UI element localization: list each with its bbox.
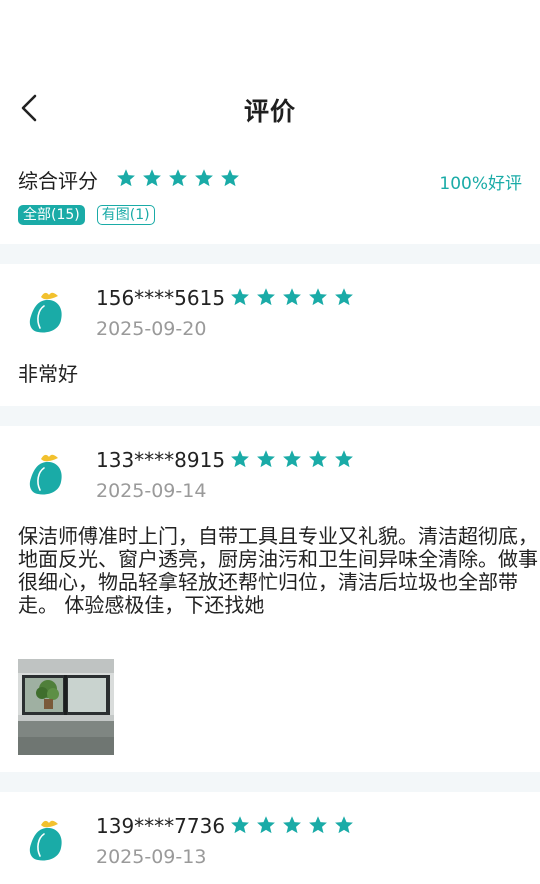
filter-chip-with-photo[interactable]: 有图(1)	[96, 205, 155, 225]
review-rating-stars	[230, 287, 354, 307]
avatar	[22, 816, 70, 864]
star-icon	[256, 815, 276, 835]
star-icon	[220, 168, 240, 188]
star-icon	[334, 287, 354, 307]
star-icon	[230, 449, 250, 469]
star-icon	[334, 449, 354, 469]
review-photo[interactable]	[18, 659, 114, 755]
star-icon	[256, 449, 276, 469]
review-text: 保洁师傅准时上门，自带工具且专业又礼貌。清洁超彻底，地面反光、窗户透亮，厨房油污…	[18, 524, 538, 617]
good-rate-text: 100%好评	[439, 174, 522, 194]
star-icon	[308, 449, 328, 469]
overall-rating-stars	[116, 168, 240, 188]
mango-avatar-icon	[29, 292, 62, 333]
review-text: 非常好	[18, 362, 78, 386]
reviewer-name: 139****7736	[96, 814, 226, 838]
star-icon	[116, 168, 136, 188]
overall-rating-label: 综合评分	[18, 169, 98, 193]
star-icon	[282, 815, 302, 835]
filter-tabs: 全部(15) 有图(1)	[18, 205, 155, 225]
reviewer-name: 156****5615	[96, 286, 226, 310]
review-rating-stars	[230, 449, 354, 469]
rating-summary: 综合评分 100%好评 全部(15) 有图(1)	[0, 160, 540, 244]
review-date: 2025-09-14	[96, 480, 207, 502]
reviewer-name: 133****8915	[96, 448, 226, 472]
review-rating-stars	[230, 815, 354, 835]
review-date: 2025-09-20	[96, 318, 207, 340]
star-icon	[256, 287, 276, 307]
section-divider	[0, 772, 540, 792]
review-date: 2025-09-13	[96, 846, 207, 868]
star-icon	[308, 287, 328, 307]
review-item: 139****7736 2025-09-13	[0, 792, 540, 884]
star-icon	[142, 168, 162, 188]
star-icon	[334, 815, 354, 835]
header-bar: 评价	[0, 70, 540, 146]
star-icon	[308, 815, 328, 835]
section-divider	[0, 406, 540, 426]
star-icon	[282, 449, 302, 469]
avatar	[22, 288, 70, 336]
star-icon	[230, 287, 250, 307]
review-item: 133****8915 2025-09-14 保洁师傅准时上门，自带工具且专业又…	[0, 426, 540, 772]
star-icon	[168, 168, 188, 188]
star-icon	[194, 168, 214, 188]
mango-avatar-icon	[29, 454, 62, 495]
avatar	[22, 450, 70, 498]
section-divider	[0, 244, 540, 264]
review-item: 156****5615 2025-09-20 非常好	[0, 264, 540, 406]
page-title: 评价	[243, 97, 296, 126]
star-icon	[282, 287, 302, 307]
room-photo-image	[18, 659, 114, 755]
filter-chip-all[interactable]: 全部(15)	[18, 205, 85, 225]
mango-avatar-icon	[29, 820, 62, 861]
star-icon	[230, 815, 250, 835]
